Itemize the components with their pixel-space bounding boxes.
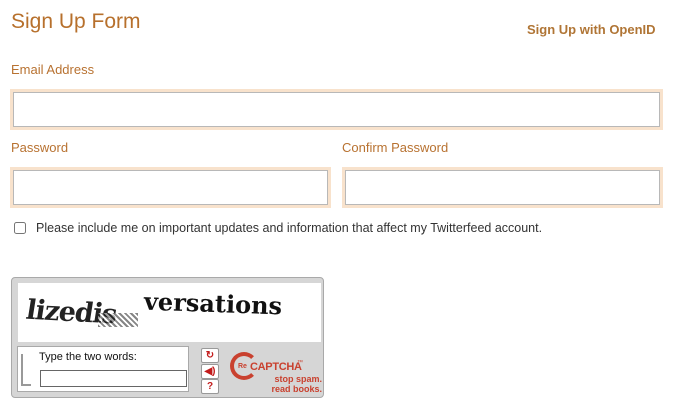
recaptcha-tagline-line2: read books.	[271, 384, 322, 394]
captcha-distortion	[98, 313, 138, 327]
recaptcha-logo-name: CAPTCHA	[250, 361, 302, 373]
updates-checkbox[interactable]	[14, 222, 26, 234]
refresh-icon[interactable]: ↻	[201, 348, 219, 363]
recaptcha-trademark: ™	[297, 360, 303, 366]
confirm-password-label: Confirm Password	[342, 140, 449, 155]
recaptcha-logo-prefix: Re	[238, 363, 247, 370]
recaptcha-tagline: stop spam. read books.	[264, 374, 322, 394]
recaptcha-tagline-line1: stop spam.	[274, 374, 322, 384]
captcha-word-2: versations	[143, 286, 283, 321]
openid-signup-link[interactable]: Sign Up with OpenID	[527, 22, 656, 37]
confirm-password-field[interactable]	[345, 170, 660, 205]
captcha-input-panel: Type the two words:	[17, 346, 189, 392]
page-title: Sign Up Form	[11, 10, 141, 33]
password-label: Password	[11, 140, 69, 155]
email-field[interactable]	[13, 92, 660, 127]
captcha-response-input[interactable]	[40, 370, 187, 387]
arrow-icon	[21, 354, 31, 386]
help-icon[interactable]: ?	[201, 379, 219, 394]
password-field[interactable]	[13, 170, 328, 205]
captcha-prompt: Type the two words:	[39, 351, 137, 363]
captcha-image: lizedis versations	[18, 283, 321, 342]
recaptcha-widget: lizedis versations Type the two words: ↻…	[11, 277, 324, 398]
email-label: Email Address	[11, 62, 95, 77]
audio-icon[interactable]: ◀)	[201, 364, 219, 379]
updates-checkbox-label[interactable]: Please include me on important updates a…	[36, 221, 542, 235]
